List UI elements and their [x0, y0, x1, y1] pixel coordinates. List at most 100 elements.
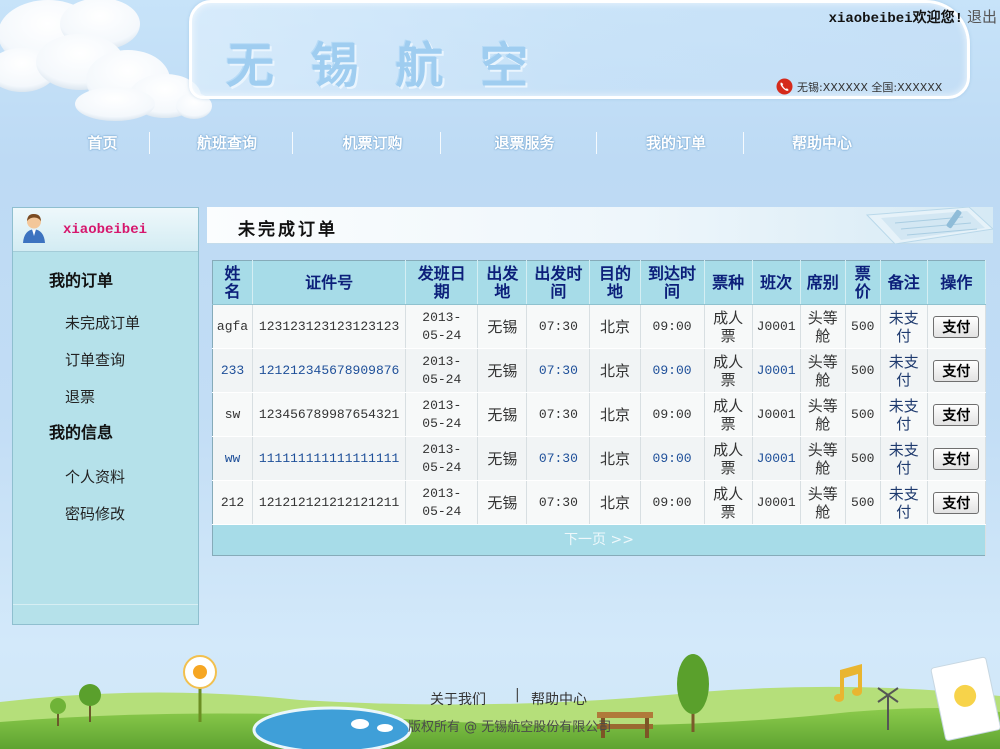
cell-seat-class: 头等舱	[800, 348, 846, 393]
col-header-arrive-time: 到达时间	[640, 260, 705, 305]
cell-flight-number: J0001	[752, 392, 801, 437]
cell-payment-status: 未支付	[880, 480, 928, 525]
cell-arrival-time: 09:00	[640, 392, 705, 437]
col-header-date: 发班日期	[405, 260, 479, 305]
cell-flight-number: J0001	[752, 436, 801, 481]
cell-passenger-name: agfa	[212, 304, 254, 349]
page-title: 未完成订单	[238, 220, 338, 240]
cell-action: 支付	[927, 348, 987, 393]
cell-destination: 北京	[589, 392, 641, 437]
logout-link[interactable]: 退出	[967, 6, 997, 27]
cell-arrival-time: 09:00	[640, 480, 705, 525]
col-header-ticket-type: 票种	[704, 260, 753, 305]
cell-destination: 北京	[589, 348, 641, 393]
cell-id-number: 121212345678909876	[252, 348, 407, 393]
cell-passenger-name: ww	[212, 436, 254, 481]
pay-button[interactable]: 支付	[933, 403, 980, 426]
cell-price: 500	[845, 348, 881, 393]
content-title-bar: 未完成订单	[207, 207, 993, 244]
cell-payment-status: 未支付	[880, 348, 928, 393]
sidebar-section-my-orders: 我的订单	[49, 271, 114, 290]
cell-ticket-type: 成人票	[704, 436, 753, 481]
nav-my-orders[interactable]: 我的订单	[597, 132, 744, 154]
nav-refund-service[interactable]: 退票服务	[441, 132, 597, 154]
cell-origin: 无锡	[477, 436, 528, 481]
cell-price: 500	[845, 304, 881, 349]
col-header-remark: 备注	[880, 260, 928, 305]
pay-button[interactable]: 支付	[933, 491, 980, 514]
pay-button[interactable]: 支付	[933, 447, 980, 470]
site-logo: 无 锡 航 空	[226, 38, 539, 94]
sidebar-item-unfinished-orders[interactable]: 未完成订单	[65, 313, 140, 333]
cloud-decoration	[0, 0, 212, 121]
sidebar-divider	[13, 604, 198, 605]
table-row: 212 121212121212121211 2013-05-24 无锡 07:…	[212, 480, 987, 525]
cell-departure-time: 07:30	[526, 304, 591, 349]
cell-payment-status: 未支付	[880, 392, 928, 437]
cell-id-number: 121212121212121211	[252, 480, 407, 525]
cell-departure-date: 2013-05-24	[405, 436, 479, 481]
sidebar-item-order-query[interactable]: 订单查询	[65, 350, 125, 370]
user-avatar-icon	[23, 213, 45, 243]
cell-action: 支付	[927, 436, 987, 481]
copyright-text: 版权所有 @ 无锡航空股份有限公司	[408, 720, 612, 735]
cell-passenger-name: sw	[212, 392, 254, 437]
cell-destination: 北京	[589, 480, 641, 525]
welcome-text: xiaobeibei欢迎您!	[828, 11, 963, 27]
nav-help-center[interactable]: 帮助中心	[744, 132, 900, 154]
cell-origin: 无锡	[477, 392, 528, 437]
cell-price: 500	[845, 392, 881, 437]
cell-arrival-time: 09:00	[640, 436, 705, 481]
cell-price: 500	[845, 436, 881, 481]
unfinished-orders-table: 姓名 证件号 发班日期 出发地 出发时间 目的地 到达时间 票种 班次 席别 票…	[212, 260, 987, 556]
nav-flight-search[interactable]: 航班查询	[150, 132, 293, 154]
cell-departure-time: 07:30	[526, 480, 591, 525]
cell-ticket-type: 成人票	[704, 348, 753, 393]
cell-action: 支付	[927, 304, 987, 349]
cell-ticket-type: 成人票	[704, 392, 753, 437]
col-header-destination: 目的地	[589, 260, 641, 305]
cell-seat-class: 头等舱	[800, 436, 846, 481]
next-page-link[interactable]: 下一页 >>	[564, 532, 634, 548]
cell-seat-class: 头等舱	[800, 304, 846, 349]
sidebar-item-profile[interactable]: 个人资料	[65, 467, 125, 487]
cell-departure-time: 07:30	[526, 436, 591, 481]
cell-seat-class: 头等舱	[800, 392, 846, 437]
cell-passenger-name: 233	[212, 348, 254, 393]
cell-action: 支付	[927, 480, 987, 525]
cell-origin: 无锡	[477, 304, 528, 349]
sidebar-item-refund[interactable]: 退票	[65, 387, 95, 407]
cell-payment-status: 未支付	[880, 304, 928, 349]
nav-home[interactable]: 首页	[56, 132, 150, 154]
sidebar-item-change-password[interactable]: 密码修改	[65, 504, 125, 524]
cell-destination: 北京	[589, 436, 641, 481]
sidebar-username: xiaobeibei	[63, 222, 148, 238]
cell-ticket-type: 成人票	[704, 304, 753, 349]
table-row: 233 121212345678909876 2013-05-24 无锡 07:…	[212, 348, 987, 393]
sidebar-section-my-info: 我的信息	[49, 423, 114, 442]
table-row: sw 123456789987654321 2013-05-24 无锡 07:3…	[212, 392, 987, 437]
cell-departure-time: 07:30	[526, 348, 591, 393]
footer-link-about-us[interactable]: 关于我们	[430, 689, 486, 709]
pay-button[interactable]: 支付	[933, 359, 980, 382]
cell-origin: 无锡	[477, 480, 528, 525]
col-header-depart-time: 出发时间	[526, 260, 591, 305]
cell-departure-date: 2013-05-24	[405, 348, 479, 393]
col-header-flight: 班次	[752, 260, 801, 305]
hotline-text: 无锡:XXXXXX 全国:XXXXXX	[797, 81, 943, 94]
col-header-id-number: 证件号	[252, 260, 407, 305]
pay-button[interactable]: 支付	[933, 315, 980, 338]
cell-passenger-name: 212	[212, 480, 254, 525]
footer-link-help-center[interactable]: 帮助中心	[531, 689, 587, 709]
nav-ticket-booking[interactable]: 机票订购	[293, 132, 441, 154]
col-header-origin: 出发地	[477, 260, 528, 305]
phone-icon	[776, 78, 793, 95]
cell-departure-date: 2013-05-24	[405, 304, 479, 349]
notebook-decoration	[865, 207, 993, 244]
cell-flight-number: J0001	[752, 304, 801, 349]
cell-payment-status: 未支付	[880, 436, 928, 481]
footer-separator: |	[515, 687, 520, 703]
pager-cell: 下一页 >>	[212, 524, 986, 556]
cell-ticket-type: 成人票	[704, 480, 753, 525]
col-header-action: 操作	[927, 260, 987, 305]
